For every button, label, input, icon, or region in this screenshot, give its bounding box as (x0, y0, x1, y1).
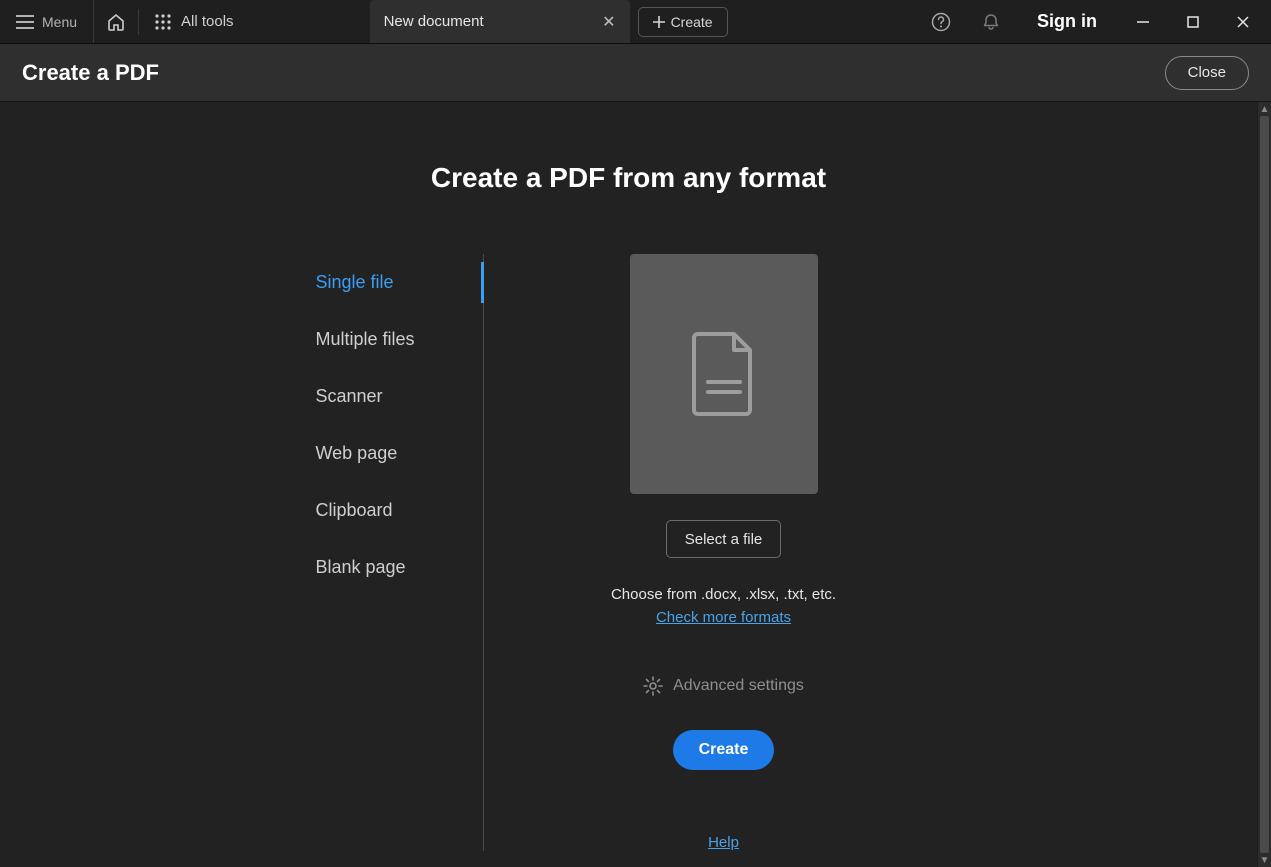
create-new-button[interactable]: Create (638, 7, 728, 37)
source-web-page[interactable]: Web page (304, 425, 447, 482)
window-minimize-button[interactable] (1121, 0, 1165, 43)
source-clipboard[interactable]: Clipboard (304, 482, 447, 539)
home-button[interactable] (94, 0, 138, 43)
check-formats-label: Check more formats (656, 609, 791, 626)
vertical-scrollbar[interactable]: ▲ ▼ (1257, 102, 1271, 867)
titlebar-right: Sign in (919, 0, 1271, 43)
all-tools-button[interactable]: All tools (139, 0, 250, 43)
advanced-settings-button[interactable]: Advanced settings (643, 676, 804, 696)
maximize-icon (1187, 16, 1199, 28)
active-indicator (481, 262, 484, 303)
format-hint-text: Choose from .docx, .xlsx, .txt, etc. (611, 586, 836, 603)
menu-button[interactable]: Menu (0, 0, 94, 43)
scroll-down-arrow[interactable]: ▼ (1258, 853, 1271, 867)
close-icon (1236, 15, 1250, 29)
source-single-file[interactable]: Single file (304, 254, 447, 311)
document-tab[interactable]: New document ✕ (370, 0, 630, 43)
create-button[interactable]: Create (673, 730, 775, 770)
source-item-label: Scanner (316, 386, 383, 406)
advanced-settings-label: Advanced settings (673, 677, 804, 695)
source-item-label: Web page (316, 443, 398, 463)
hamburger-icon (16, 15, 34, 29)
tab-label: New document (384, 13, 484, 30)
main-heading: Create a PDF from any format (431, 162, 826, 194)
source-multiple-files[interactable]: Multiple files (304, 311, 447, 368)
file-drop-zone[interactable] (630, 254, 818, 494)
select-file-label: Select a file (685, 531, 763, 548)
notifications-button[interactable] (969, 0, 1013, 43)
source-item-label: Multiple files (316, 329, 415, 349)
help-circle-icon (931, 12, 951, 32)
page-title: Create a PDF (22, 60, 159, 86)
source-item-label: Blank page (316, 557, 406, 577)
close-tab-button[interactable]: ✕ (602, 12, 615, 32)
create-label: Create (671, 14, 713, 30)
source-blank-page[interactable]: Blank page (304, 539, 447, 596)
sign-in-label: Sign in (1037, 11, 1097, 31)
x-icon: ✕ (602, 14, 615, 31)
menu-label: Menu (42, 14, 77, 30)
create-button-label: Create (699, 741, 749, 758)
help-link-label: Help (708, 834, 739, 851)
bell-icon (981, 12, 1001, 32)
help-link[interactable]: Help (708, 834, 739, 851)
grid-icon (155, 14, 171, 30)
all-tools-label: All tools (181, 13, 234, 30)
help-icon-button[interactable] (919, 0, 963, 43)
close-panel-button[interactable]: Close (1165, 56, 1249, 90)
page-header: Create a PDF Close (0, 44, 1271, 102)
scrollbar-thumb[interactable] (1260, 116, 1269, 853)
select-file-button[interactable]: Select a file (666, 520, 782, 558)
source-scanner[interactable]: Scanner (304, 368, 447, 425)
window-maximize-button[interactable] (1171, 0, 1215, 43)
check-formats-link[interactable]: Check more formats (656, 609, 791, 626)
sign-in-button[interactable]: Sign in (1019, 11, 1115, 32)
home-icon (106, 12, 126, 32)
minimize-icon (1136, 15, 1150, 29)
plus-icon (653, 16, 665, 28)
source-item-label: Clipboard (316, 500, 393, 520)
close-panel-label: Close (1188, 64, 1226, 81)
title-bar: Menu All tools New document ✕ Create (0, 0, 1271, 44)
source-type-list: Single file Multiple files Scanner Web p… (304, 254, 484, 851)
gear-icon (643, 676, 663, 696)
main-content: Create a PDF from any format Single file… (0, 102, 1257, 867)
document-icon (688, 330, 760, 418)
scroll-up-arrow[interactable]: ▲ (1258, 102, 1271, 116)
window-close-button[interactable] (1221, 0, 1265, 43)
chevron-up-icon: ▲ (1260, 104, 1270, 115)
content-panel: Select a file Choose from .docx, .xlsx, … (484, 254, 904, 851)
source-item-label: Single file (316, 272, 394, 292)
chevron-down-icon: ▼ (1260, 855, 1270, 866)
